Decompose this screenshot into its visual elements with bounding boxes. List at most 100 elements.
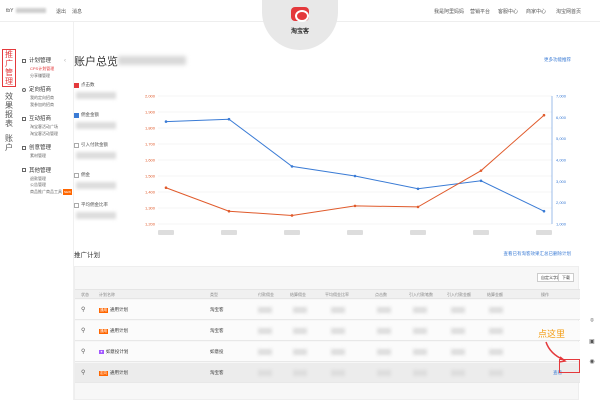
- blurred-value: [451, 328, 465, 334]
- messages-link[interactable]: 消息: [72, 8, 82, 15]
- x-axis-tick-blurred: [473, 230, 489, 235]
- blurred-value: [451, 349, 465, 355]
- download-button[interactable]: 下载: [558, 273, 574, 282]
- col-clicks[interactable]: 点击数: [375, 292, 387, 298]
- blurred-value: [413, 349, 427, 355]
- col-avg-rate[interactable]: 平均佣金比率: [325, 292, 349, 298]
- brand-name: 淘宝客: [290, 29, 309, 35]
- group-title: 其他管理: [29, 167, 52, 174]
- blurred-value: [377, 349, 391, 355]
- checkbox-checked-icon[interactable]: [74, 112, 79, 118]
- subnav-item-tools[interactable]: 商品推广商品工具 NEW: [22, 188, 72, 195]
- topbar-link-service[interactable]: 客服中心: [498, 8, 518, 15]
- user-icon[interactable]: ◉: [588, 358, 596, 366]
- series-point: [164, 186, 168, 190]
- x-axis-tick-blurred: [221, 230, 237, 235]
- col-actions: 操作: [541, 292, 549, 297]
- left-axis-tick: 1,700: [145, 142, 156, 147]
- pin-icon[interactable]: ⚲: [81, 348, 85, 355]
- series-point: [416, 187, 420, 191]
- subnav-item-activity-manage[interactable]: 淘宝客活动管理: [22, 131, 70, 138]
- subnav-group-targeted: 定向招商 我的定向招商 我参加的招商: [22, 85, 70, 108]
- sub-nav: 计划管理 CPS计划管理 分享赚管理 定向招商 我的定向招商 我参加的招商 互动…: [22, 56, 72, 201]
- plan-name[interactable]: 通用计划: [110, 328, 128, 333]
- blurred-value: [489, 349, 503, 355]
- subnav-item-material[interactable]: 素材管理: [22, 153, 70, 160]
- nav-promotion-management[interactable]: 推广管理: [2, 49, 16, 87]
- plan-name[interactable]: 通用计划: [110, 370, 128, 375]
- pin-icon[interactable]: ⚲: [81, 306, 85, 313]
- blurred-value: [377, 307, 391, 313]
- checkbox-icon[interactable]: [74, 172, 79, 178]
- pin-icon[interactable]: ⚲: [81, 369, 85, 376]
- topbar-link-taobao[interactable]: 淘宝网首页: [556, 8, 581, 15]
- new-badge: NEW: [63, 188, 72, 195]
- nav-account[interactable]: 账户: [3, 134, 15, 152]
- series-point: [290, 165, 294, 168]
- series-point: [479, 179, 483, 183]
- logout-link[interactable]: 退出: [56, 8, 66, 15]
- col-settlement-amount[interactable]: 结算金额: [487, 292, 503, 298]
- checkbox-icon[interactable]: [74, 202, 79, 208]
- table-row: ⚲ 定向 通用计划 淘宝客 查看: [75, 363, 580, 383]
- right-axis-tick: 4,000: [556, 158, 567, 163]
- chat-icon[interactable]: ▣: [588, 338, 596, 346]
- series-point: [227, 209, 231, 213]
- group-title: 计划管理: [29, 58, 52, 64]
- x-axis-tick-blurred: [158, 230, 174, 235]
- col-settled-commission[interactable]: 结算佣金: [290, 292, 306, 298]
- blurred-value: [489, 370, 503, 376]
- feature-recommend-link[interactable]: 更多功能推荐: [544, 57, 571, 63]
- plan-type: 淘宝客: [210, 328, 224, 333]
- deleted-plans-link[interactable]: 查看已有淘客效果汇总已删除计划: [504, 251, 572, 257]
- series-point: [353, 204, 357, 208]
- feedback-icon[interactable]: ⌾: [588, 318, 596, 326]
- right-axis-tick: 1,000: [556, 222, 567, 227]
- plan-tag: 通用: [99, 329, 108, 334]
- metric-label: 佣金: [81, 172, 90, 177]
- pin-icon[interactable]: ⚲: [81, 327, 85, 334]
- metric-avg-rate[interactable]: 平均佣金比率: [74, 202, 130, 232]
- blurred-value: [451, 307, 465, 313]
- blurred-value: [258, 307, 272, 313]
- left-axis-tick: 1,500: [145, 174, 156, 179]
- col-type[interactable]: 类型: [210, 292, 218, 298]
- right-axis-tick: 6,000: [556, 115, 567, 120]
- blurred-value: [489, 328, 503, 334]
- side-toolbar: ⌾ ▣ ◉: [588, 318, 598, 378]
- user-info[interactable]: tbY: [6, 8, 46, 14]
- metric-commission-amount[interactable]: 佣金金额: [74, 112, 130, 142]
- series-point: [353, 174, 357, 178]
- creative-icon: [22, 145, 26, 150]
- right-axis-tick: 5,000: [556, 136, 567, 141]
- col-paid-commission[interactable]: 付款佣金: [258, 292, 274, 298]
- left-axis-tick: 1,200: [145, 222, 156, 227]
- metric-clicks[interactable]: 点击数: [74, 82, 130, 112]
- col-orders[interactable]: 引入付款笔数: [409, 292, 433, 298]
- subnav-group-interactive: 互动招商 淘宝客活动广场 淘宝客活动管理: [22, 114, 70, 137]
- col-plan-name: 计划名称: [99, 292, 115, 297]
- checkbox-icon[interactable]: [74, 142, 79, 148]
- checkbox-checked-icon[interactable]: [74, 82, 79, 88]
- left-axis-tick: 1,800: [145, 126, 156, 131]
- nav-reports[interactable]: 效果报表: [3, 92, 15, 128]
- topbar-link-alimama[interactable]: 我是阿里妈妈: [434, 8, 464, 15]
- metric-payment-amount[interactable]: 引入付款金额: [74, 142, 130, 172]
- blurred-value: [258, 328, 272, 334]
- metric-label: 引入付款金额: [81, 142, 108, 147]
- col-payment-amount[interactable]: 引入付款金额: [447, 292, 471, 298]
- left-axis-tick: 2,000: [145, 94, 156, 99]
- topbar-link-marketing[interactable]: 营销平台: [470, 8, 490, 15]
- plan-name[interactable]: 如意投计划: [106, 349, 129, 354]
- x-axis-tick-blurred: [536, 230, 552, 235]
- topbar-link-merchant[interactable]: 商家中心: [526, 8, 546, 15]
- plan-tag: 定向: [99, 371, 108, 376]
- subnav-item-share[interactable]: 分享赚管理: [22, 73, 70, 80]
- subnav-item-joined[interactable]: 我参加的招商: [22, 102, 70, 109]
- left-nav: 推广管理 效果报表 账户: [0, 49, 18, 158]
- metric-label: 平均佣金比率: [81, 202, 108, 207]
- user-name-blurred: [15, 8, 46, 14]
- plan-name[interactable]: 通用计划: [110, 307, 128, 312]
- collapse-chevron-icon[interactable]: ‹: [64, 58, 70, 66]
- metric-commission[interactable]: 佣金: [74, 172, 130, 202]
